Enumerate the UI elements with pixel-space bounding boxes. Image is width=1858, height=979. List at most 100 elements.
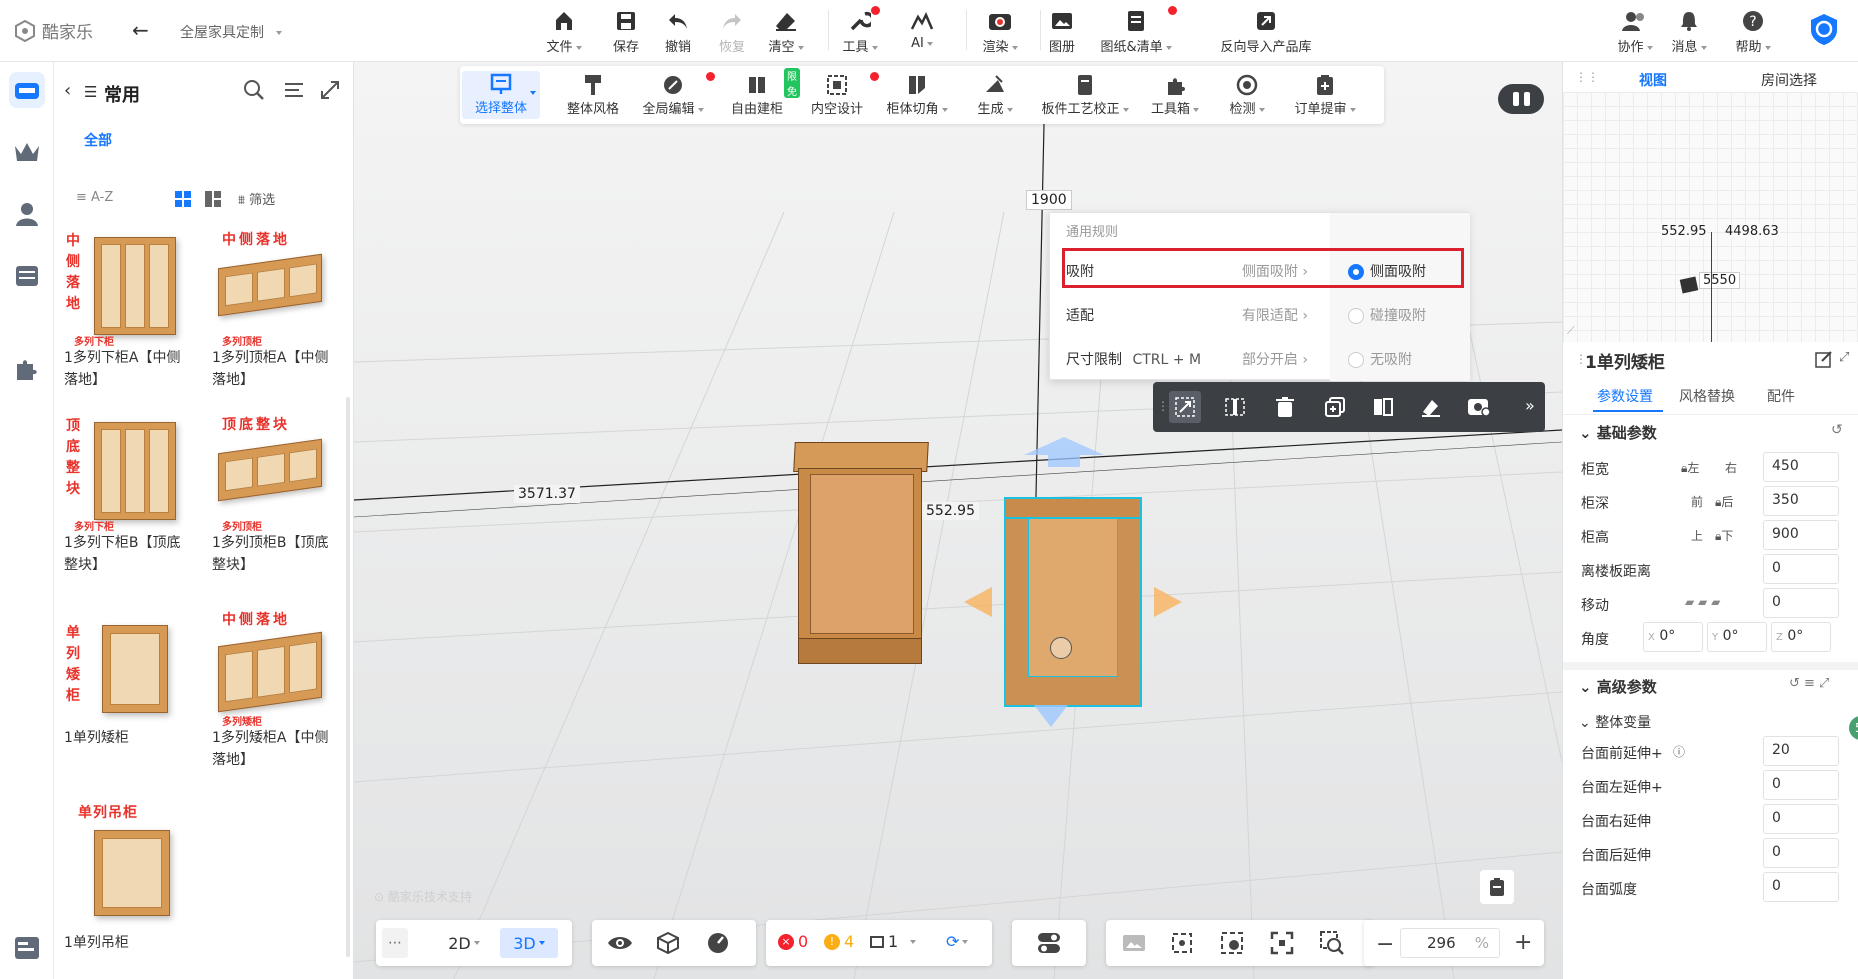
- list-view-icon[interactable]: [204, 190, 222, 212]
- global-edit-button[interactable]: 全局编辑: [638, 72, 715, 117]
- angle-z-input[interactable]: Z 0°: [1771, 622, 1831, 652]
- clipboard-icon[interactable]: [1480, 870, 1514, 904]
- free-build-button[interactable]: 限免 自由建柜: [722, 68, 800, 117]
- nav-crown[interactable]: [9, 134, 45, 170]
- rule-size-limit[interactable]: 尺寸限制 CTRL + M 部分开启 ›: [1050, 337, 1330, 381]
- order-submit-button[interactable]: 订单提审: [1290, 72, 1360, 117]
- album-button[interactable]: 图册: [1032, 8, 1092, 55]
- 3d-viewport[interactable]: 1900 3571.37 552.95 ⊙ 酷家乐技术支持: [354, 62, 1562, 979]
- nav-bottom-panel[interactable]: [9, 930, 45, 966]
- nav-user[interactable]: [9, 196, 45, 232]
- mirror-tool[interactable]: [1367, 391, 1399, 423]
- lock-back[interactable]: 🔒︎后: [1715, 493, 1733, 510]
- tab-view[interactable]: 视图: [1639, 70, 1667, 90]
- file-menu[interactable]: 文件: [534, 8, 594, 55]
- panel-correction-button[interactable]: 板件工艺校正: [1040, 72, 1130, 117]
- option-no-snap[interactable]: 无吸附: [1348, 349, 1412, 369]
- product-card[interactable]: 中侧落地 多列下柜 1多列下柜A【中侧落地】: [64, 233, 184, 391]
- project-selector[interactable]: 全屋家具定制: [180, 22, 282, 42]
- move-axis-icons[interactable]: ▰ ▰ ▰: [1685, 595, 1720, 609]
- drawing-menu[interactable]: 图纸&清单: [1100, 6, 1177, 55]
- item-count[interactable]: 1: [870, 932, 917, 951]
- zoom-input[interactable]: 296%: [1400, 928, 1500, 958]
- overall-style-button[interactable]: 整体风格: [558, 72, 628, 117]
- reset-icon[interactable]: ↺: [1831, 422, 1843, 438]
- product-card[interactable]: 中侧落地 多列顶柜 1多列顶柜A【中侧落地】: [212, 232, 332, 391]
- floor-distance-input[interactable]: 0: [1763, 554, 1839, 584]
- height-input[interactable]: 900: [1763, 520, 1839, 550]
- tools-menu[interactable]: 工具: [830, 6, 890, 55]
- paint-tool[interactable]: [1415, 391, 1447, 423]
- help-button[interactable]: ? 帮助: [1728, 8, 1778, 55]
- option-collision-snap[interactable]: 碰撞吸附: [1348, 305, 1426, 325]
- inspect-button[interactable]: 检测: [1212, 72, 1282, 117]
- error-count[interactable]: × 0: [778, 932, 808, 951]
- popout-icon[interactable]: ⤢: [1839, 350, 1849, 365]
- more-tools-icon[interactable]: »: [1525, 396, 1535, 415]
- split-tool[interactable]: [1219, 391, 1251, 423]
- product-card[interactable]: 单列矮柜 1单列矮柜: [64, 617, 184, 749]
- tab-style-replace[interactable]: 风格替换: [1679, 386, 1735, 406]
- toggle-icon[interactable]: [1036, 930, 1062, 956]
- tab-accessories[interactable]: 配件: [1767, 386, 1795, 406]
- angle-y-input[interactable]: Y 0°: [1707, 622, 1767, 652]
- selected-cabinet-model[interactable]: [964, 437, 1182, 727]
- product-card[interactable]: 顶底整块 多列顶柜 1多列顶柜B【顶底整块】: [212, 417, 332, 576]
- redo-button[interactable]: 恢复: [702, 8, 762, 55]
- minimap[interactable]: 552.95 4498.63 5550 ⟋: [1563, 92, 1858, 342]
- drag-handle-icon[interactable]: ⋮: [1157, 399, 1169, 413]
- minimap-resize-icon[interactable]: ⟋: [1567, 324, 1575, 338]
- eye-icon[interactable]: [606, 930, 634, 956]
- pause-toggle[interactable]: [1498, 84, 1544, 114]
- resize-tool[interactable]: [1169, 391, 1201, 423]
- generate-button[interactable]: 生成: [960, 72, 1030, 117]
- copy-tool[interactable]: [1319, 391, 1351, 423]
- rule-fit[interactable]: 适配 有限适配 ›: [1050, 293, 1330, 337]
- product-card[interactable]: 单列吊柜 1单列吊柜: [64, 802, 184, 954]
- warning-count[interactable]: ! 4: [824, 932, 854, 951]
- back-icon[interactable]: ←: [132, 18, 149, 42]
- back-extend-input[interactable]: 0: [1763, 838, 1839, 868]
- product-card[interactable]: 顶底整块 多列下柜 1多列下柜B【顶底整块】: [64, 418, 184, 576]
- image-icon[interactable]: [1120, 930, 1148, 956]
- search-icon[interactable]: [242, 78, 266, 106]
- messages-button[interactable]: 消息: [1664, 8, 1714, 55]
- ai-menu[interactable]: AI: [892, 8, 952, 51]
- curvature-input[interactable]: 0: [1763, 872, 1839, 902]
- delete-tool[interactable]: [1269, 391, 1301, 423]
- library-scrollbar[interactable]: [346, 397, 350, 957]
- focus-icon[interactable]: [1268, 930, 1296, 956]
- zoom-out-button[interactable]: −: [1376, 932, 1394, 957]
- edit-icon[interactable]: [1815, 350, 1833, 372]
- filter-button[interactable]: ⩩ 筛选: [238, 189, 275, 208]
- section-advanced[interactable]: ⌄ 高级参数: [1579, 676, 1657, 697]
- reverse-import-button[interactable]: 反向导入产品库: [1221, 8, 1312, 55]
- zoom-in-button[interactable]: +: [1514, 930, 1532, 955]
- tab-all[interactable]: 全部: [84, 130, 112, 150]
- select-whole-button[interactable]: 选择整体: [462, 71, 540, 119]
- grid-view-icon[interactable]: [174, 190, 192, 212]
- toolbox-button[interactable]: 工具箱: [1140, 72, 1210, 117]
- anchor-front[interactable]: 前: [1691, 493, 1703, 510]
- more-button[interactable]: ⋯: [382, 928, 408, 958]
- panel-drag-icon[interactable]: ⋮⋮: [1575, 70, 1599, 84]
- undo-button[interactable]: 撤销: [648, 8, 708, 55]
- nav-cabinet-library[interactable]: [9, 72, 45, 108]
- group-overall-vars[interactable]: ⌄ 整体变量: [1579, 712, 1651, 732]
- advanced-tools[interactable]: ↺ ≡ ⤢: [1789, 676, 1829, 691]
- cube-icon[interactable]: [654, 930, 682, 956]
- front-extend-input[interactable]: 20: [1763, 736, 1839, 766]
- product-card[interactable]: 中侧落地 多列矮柜 1多列矮柜A【中侧落地】: [212, 612, 332, 771]
- depth-input[interactable]: 350: [1763, 486, 1839, 516]
- left-extend-input[interactable]: 0: [1763, 770, 1839, 800]
- right-extend-input[interactable]: 0: [1763, 804, 1839, 834]
- expand-icon[interactable]: [320, 80, 340, 104]
- anchor-top[interactable]: 上: [1691, 527, 1703, 544]
- interior-design-button[interactable]: 内空设计: [802, 72, 879, 117]
- menu-icon[interactable]: [284, 80, 304, 104]
- collab-button[interactable]: 协作: [1610, 8, 1660, 55]
- anchor-right[interactable]: 右: [1725, 459, 1737, 476]
- lock-bottom[interactable]: 🔒︎下: [1715, 527, 1733, 544]
- zoom-fit-icon[interactable]: [1318, 930, 1346, 956]
- render-menu[interactable]: 渲染: [970, 8, 1030, 55]
